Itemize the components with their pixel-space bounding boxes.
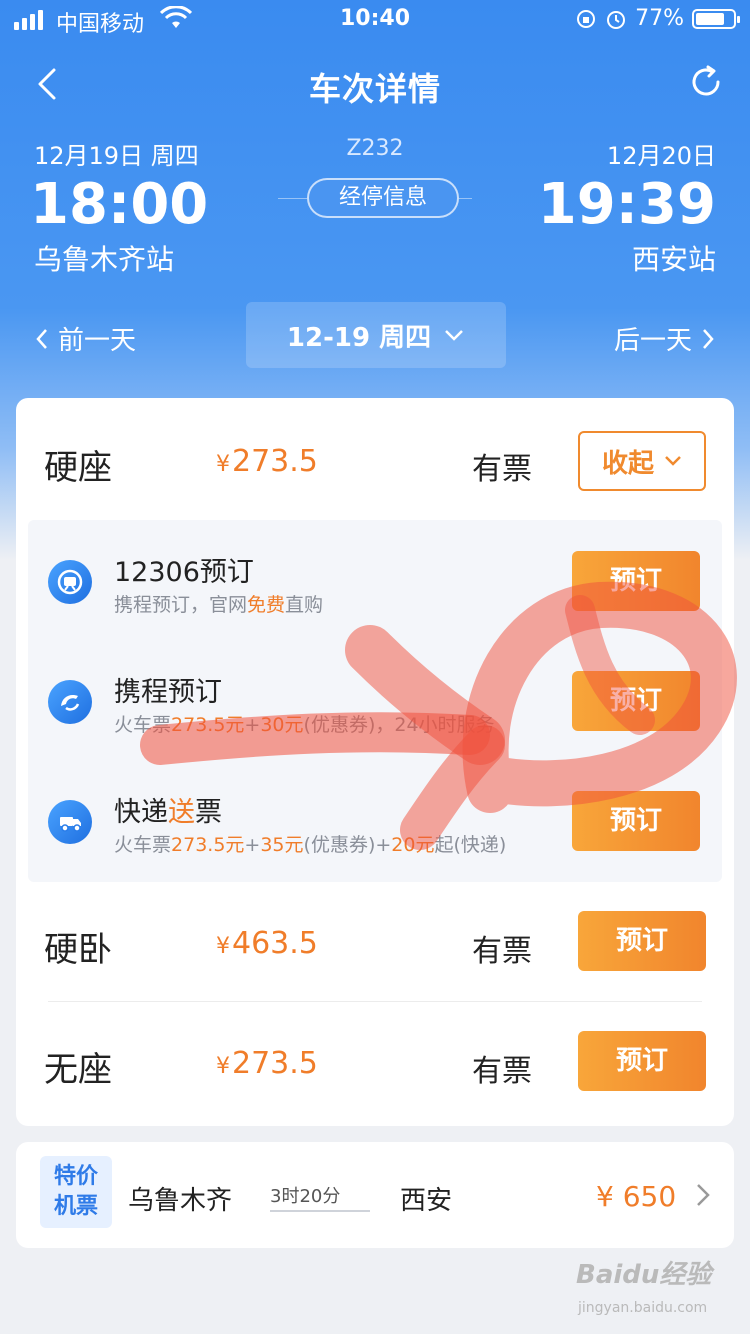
- flight-duration: 3时20分: [270, 1186, 341, 1207]
- date-picker[interactable]: 12-19 周四: [246, 302, 506, 368]
- day-switcher: 前一天 12-19 周四 后一天: [0, 302, 750, 368]
- option-description: 火车票273.5元+30元(优惠券)，24小时服务: [114, 714, 495, 736]
- collapse-button[interactable]: 收起: [578, 431, 706, 491]
- seat-row-hard-sleeper: 硬卧 ¥463.5 有票 预订: [16, 880, 734, 1000]
- refresh-icon[interactable]: [686, 62, 726, 102]
- option-description: 火车票273.5元+35元(优惠券)+20元起(快递): [114, 834, 507, 856]
- flight-origin: 乌鲁木齐: [128, 1186, 233, 1216]
- status-bar: 中国移动 10:40 77%: [0, 0, 750, 40]
- book-button[interactable]: 预订: [572, 791, 700, 851]
- book-button[interactable]: 预订: [578, 1031, 706, 1091]
- watermark-url: jingyan.baidu.com: [578, 1300, 708, 1316]
- battery-percent: 77%: [635, 6, 684, 31]
- previous-day-label: 前一天: [58, 326, 137, 356]
- seat-row-standing: 无座 ¥273.5 有票 预订: [16, 1000, 734, 1120]
- booking-option-delivery: 快递送票 火车票273.5元+35元(优惠券)+20元起(快递) 预订: [28, 760, 722, 880]
- battery-icon: [692, 8, 740, 29]
- option-title: 携程预订: [114, 677, 222, 708]
- seat-price: ¥273.5: [216, 1046, 318, 1081]
- chevron-left-icon: [36, 328, 47, 349]
- page-title: 车次详情: [308, 70, 441, 108]
- seat-list-card: 硬座 ¥273.5 有票 收起 12306预订 携程预订，官网免费直购 预订 携…: [16, 398, 734, 1126]
- seat-availability: 有票: [472, 934, 532, 969]
- booking-option-ctrip: 携程预订 火车票273.5元+30元(优惠券)，24小时服务 预订: [28, 640, 722, 760]
- option-title: 12306预订: [114, 557, 254, 588]
- option-title: 快递送票: [114, 797, 222, 828]
- nav-bar: 车次详情: [0, 56, 750, 116]
- departure-station: 乌鲁木齐站: [34, 243, 175, 276]
- stops-info-button[interactable]: 经停信息: [307, 178, 459, 218]
- seat-type: 无座: [44, 1050, 112, 1090]
- chevron-right-icon: [703, 328, 714, 349]
- arrival-time: 19:39: [537, 172, 716, 237]
- flight-destination: 西安: [400, 1186, 453, 1216]
- arrival-station: 西安站: [631, 243, 716, 276]
- book-button[interactable]: 预订: [572, 671, 700, 731]
- option-description: 携程预订，官网免费直购: [114, 594, 324, 616]
- chevron-down-icon: [665, 456, 681, 466]
- rotation-lock-icon: [577, 9, 596, 28]
- seat-price: ¥463.5: [216, 926, 318, 961]
- book-button[interactable]: 预订: [578, 911, 706, 971]
- baidu-watermark: Baidu经验: [576, 1260, 712, 1290]
- flight-deal-badge: 特价 机票: [40, 1156, 112, 1228]
- next-day-button[interactable]: 后一天: [614, 320, 716, 357]
- seat-price: ¥273.5: [216, 444, 318, 479]
- seat-row-hard-seat: 硬座 ¥273.5 有票 收起: [16, 398, 734, 518]
- delivery-truck-icon: [48, 800, 92, 844]
- seat-type: 硬座: [44, 448, 112, 488]
- seat-availability: 有票: [472, 452, 532, 487]
- arrival-date: 12月20日: [606, 142, 716, 170]
- booking-options-panel: 12306预订 携程预订，官网免费直购 预订 携程预订 火车票273.5元+30…: [28, 520, 722, 882]
- railway-logo-icon: [48, 560, 92, 604]
- dolphin-logo-icon: [48, 680, 92, 724]
- next-day-label: 后一天: [613, 326, 692, 356]
- seat-type: 硬卧: [44, 930, 112, 970]
- book-button[interactable]: 预订: [572, 551, 700, 611]
- flight-price: ¥ 650: [596, 1180, 677, 1213]
- current-date-label: 12-19 周四: [286, 322, 432, 353]
- flight-route-line: [270, 1210, 370, 1212]
- departure-time: 18:00: [30, 172, 209, 237]
- booking-option-12306: 12306预订 携程预订，官网免费直购 预订: [28, 520, 722, 640]
- chevron-right-icon: [697, 1184, 710, 1206]
- collapse-label: 收起: [601, 448, 654, 479]
- flight-promo-card[interactable]: 特价 机票 乌鲁木齐 3时20分 西安 ¥ 650: [16, 1142, 734, 1248]
- chevron-down-icon: [445, 330, 463, 341]
- previous-day-button[interactable]: 前一天: [34, 320, 136, 357]
- alarm-icon: [607, 10, 626, 29]
- seat-availability: 有票: [472, 1054, 532, 1089]
